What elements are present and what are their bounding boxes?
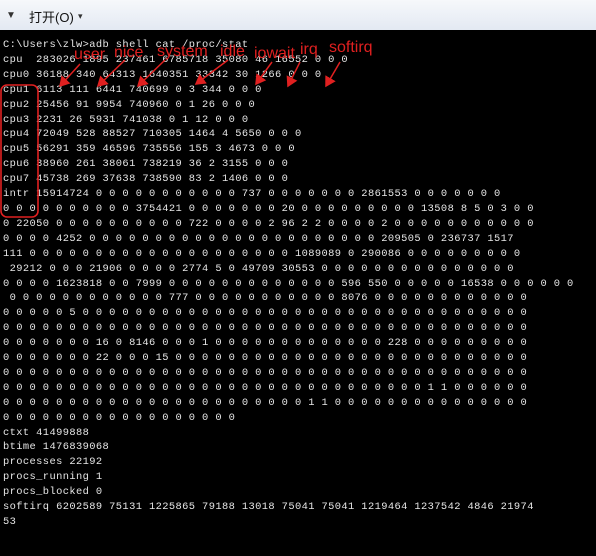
intr-line: intr 15914724 0 0 0 0 0 0 0 0 0 0 0 737 … bbox=[3, 188, 501, 201]
intr-line: 0 0 0 0 0 0 0 0 0 0 0 0 0 0 0 0 0 0 0 0 … bbox=[3, 396, 528, 409]
cpu5-line: cpu5 56291 359 46596 735556 155 3 4673 0… bbox=[3, 143, 295, 156]
intr-line: 0 0 0 0 0 5 0 0 0 0 0 0 0 0 0 0 0 0 0 0 … bbox=[3, 307, 528, 320]
intr-line: 0 0 0 0 0 0 0 0 0 0 0 0 0 0 0 0 0 0 0 0 … bbox=[3, 322, 528, 335]
toolbar: ▼ 打开(O) ▾ bbox=[0, 0, 596, 31]
intr-line: 0 0 0 0 0 0 0 16 0 8146 0 0 0 1 0 0 0 0 … bbox=[3, 337, 528, 350]
annotation-irq: irq bbox=[300, 41, 318, 58]
annotation-softirq: softirq bbox=[329, 39, 373, 56]
cpu0-line: cpu0 36188 340 64313 1640351 33342 30 12… bbox=[3, 68, 322, 81]
processes-line: processes 22192 bbox=[3, 456, 103, 469]
intr-line: 0 0 0 0 0 0 0 0 0 0 3754421 0 0 0 0 0 0 … bbox=[3, 202, 534, 215]
annotation-idle: idle bbox=[220, 43, 245, 60]
chevron-down-icon[interactable]: ▾ bbox=[78, 11, 83, 22]
annotation-iowait: iowait bbox=[254, 45, 295, 62]
intr-line: 0 22050 0 0 0 0 0 0 0 0 0 0 722 0 0 0 0 … bbox=[3, 217, 534, 230]
annotation-user: user bbox=[74, 46, 106, 63]
intr-line: 0 0 0 0 0 0 0 22 0 0 0 15 0 0 0 0 0 0 0 … bbox=[3, 352, 528, 365]
intr-line: 0 0 0 0 0 0 0 0 0 0 0 0 777 0 0 0 0 0 0 … bbox=[3, 292, 528, 305]
intr-line: 111 0 0 0 0 0 0 0 0 0 0 0 0 0 0 0 0 0 0 … bbox=[3, 247, 521, 260]
ctxt-line: ctxt 41499888 bbox=[3, 426, 90, 439]
cpu1-line: cpu1 6113 111 6441 740699 0 3 344 0 0 0 bbox=[3, 83, 262, 96]
intr-line: 0 0 0 0 0 0 0 0 0 0 0 0 0 0 0 0 0 0 0 0 … bbox=[3, 381, 528, 394]
intr-line: 0 0 0 0 0 0 0 0 0 0 0 0 0 0 0 0 0 0 0 0 … bbox=[3, 366, 528, 379]
console-output: C:\Users\zlw>adb shell cat /proc/stat cpu… bbox=[3, 38, 574, 530]
softirq-line: softirq 6202589 75131 1225865 79188 1301… bbox=[3, 501, 534, 514]
open-menu-button[interactable]: 打开(O) bbox=[26, 6, 77, 27]
procs-blocked-line: procs_blocked 0 bbox=[3, 486, 103, 499]
annotation-nice: nice bbox=[114, 44, 144, 61]
procs-running-line: procs_running 1 bbox=[3, 471, 103, 484]
cpu4-line: cpu4 72049 528 88527 710305 1464 4 5650 … bbox=[3, 128, 302, 141]
cpu3-line: cpu3 2231 26 5931 741038 0 1 12 0 0 0 bbox=[3, 113, 249, 126]
softirq-continuation-line: 53 bbox=[3, 516, 17, 528]
intr-line: 0 0 0 0 0 0 0 0 0 0 0 0 0 0 0 0 0 0 bbox=[3, 411, 236, 424]
cpu7-line: cpu7 45738 269 37638 738590 83 2 1406 0 … bbox=[3, 173, 289, 186]
btime-line: btime 1476839068 bbox=[3, 441, 110, 454]
cpu2-line: cpu2 25456 91 9954 740960 0 1 26 0 0 0 bbox=[3, 98, 256, 111]
annotation-system: system bbox=[157, 43, 208, 60]
intr-line: 0 0 0 0 1623818 0 0 7999 0 0 0 0 0 0 0 0… bbox=[3, 277, 574, 290]
cpu6-line: cpu6 38960 261 38061 738219 36 2 3155 0 … bbox=[3, 158, 289, 171]
intr-line: 29212 0 0 0 21906 0 0 0 0 2774 5 0 49709… bbox=[3, 262, 514, 275]
toolbar-dropdown-icon[interactable]: ▼ bbox=[6, 10, 16, 21]
intr-line: 0 0 0 0 4252 0 0 0 0 0 0 0 0 0 0 0 0 0 0… bbox=[3, 232, 514, 245]
